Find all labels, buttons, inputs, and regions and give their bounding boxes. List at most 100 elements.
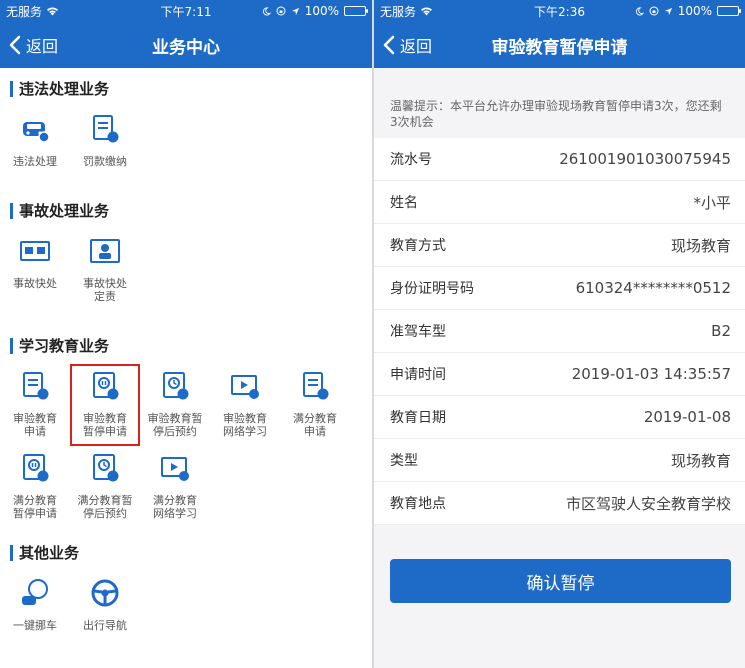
wifi-icon	[47, 7, 59, 16]
service-tile-label: 一键挪车	[13, 619, 57, 632]
service-section: 事故处理业务 事故快处 事故快处 定责	[0, 190, 372, 325]
carrier-label: 无服务	[6, 4, 43, 19]
service-tile[interactable]: 审验教育暂 停后预约	[140, 364, 210, 446]
confirm-area: 确认暂停	[374, 525, 745, 603]
detail-row: 申请时间 2019-01-03 14:35:57	[374, 353, 745, 396]
wifi-icon	[421, 7, 433, 16]
confirm-pause-button[interactable]: 确认暂停	[390, 559, 731, 603]
battery-icon	[717, 6, 741, 16]
status-bar: 无服务 下午7:11 100%	[0, 0, 372, 22]
status-bar: 无服务 下午2:36 100%	[374, 0, 745, 22]
document-icon	[299, 370, 331, 406]
application-details: 流水号 261001901030075945 姓名 *小平 教育方式 现场教育 身份证明号码…	[374, 138, 745, 525]
detail-key: 申请时间	[390, 367, 446, 383]
battery-percent: 100%	[304, 4, 339, 18]
service-tile[interactable]: 审验教育 网络学习	[210, 364, 280, 446]
location-icon	[664, 7, 672, 15]
service-tile[interactable]: 事故快处 定责	[70, 229, 140, 311]
service-tile[interactable]: 出行导航	[70, 571, 140, 640]
detail-value: 2019-01-08	[643, 408, 731, 426]
business-center-screen: 无服务 下午7:11 100% 返回 业务中心 违法处理业务违法处理 罚款缴纳事故…	[0, 0, 372, 668]
detail-row: 教育方式 现场教育	[374, 224, 745, 267]
detail-key: 教育日期	[390, 410, 446, 426]
service-tile[interactable]: 满分教育暂 停后预约	[70, 446, 140, 528]
detail-key: 类型	[390, 453, 418, 469]
detail-value: 610324********0512	[575, 279, 731, 297]
nav-bar: 返回 业务中心	[0, 22, 372, 68]
carrier-status: 无服务	[6, 3, 59, 20]
service-tile-label: 罚款缴纳	[83, 155, 127, 168]
service-tile[interactable]: 满分教育 网络学习	[140, 446, 210, 528]
accident-icon	[19, 235, 51, 271]
notice-tip: 温馨提示：本平台允许办理审验现场教育暂停申请3次，您还剩3次机会	[390, 99, 722, 129]
service-grid: 违法处理 罚款缴纳	[0, 99, 372, 176]
car-icon	[19, 113, 51, 149]
moon-icon	[262, 6, 271, 15]
lock-rotation-icon	[276, 6, 286, 16]
detail-row: 类型 现场教育	[374, 439, 745, 482]
move-car-icon	[19, 577, 51, 613]
section-title-text: 违法处理业务	[19, 80, 110, 98]
service-tile-label: 出行导航	[83, 619, 127, 632]
detail-key: 教育方式	[390, 238, 446, 254]
service-tile-label: 审验教育 网络学习	[223, 412, 267, 438]
service-tile[interactable]: 满分教育 暂停申请	[0, 446, 70, 528]
nav-bar: 返回 审验教育暂停申请	[374, 22, 745, 68]
moon-icon	[635, 6, 644, 15]
service-tile[interactable]: 审验教育 暂停申请	[70, 364, 140, 446]
back-label: 返回	[400, 37, 433, 56]
service-section: 违法处理业务违法处理 罚款缴纳	[0, 68, 372, 190]
back-button[interactable]: 返回	[8, 33, 58, 57]
service-tile-label: 事故快处 定责	[83, 277, 127, 303]
detail-row: 教育地点 市区驾驶人安全教育学校	[374, 482, 745, 525]
service-tile-label: 审验教育暂 停后预约	[147, 412, 203, 438]
video-icon	[159, 452, 191, 488]
detail-value: 市区驾驶人安全教育学校	[565, 494, 731, 513]
detail-value: *小平	[693, 193, 731, 212]
document-icon	[89, 113, 121, 149]
section-title-text: 其他业务	[19, 544, 80, 562]
section-accent-bar	[10, 337, 13, 354]
detail-value: 2019-01-03 14:35:57	[571, 365, 731, 383]
section-title-text: 事故处理业务	[19, 202, 110, 220]
back-label: 返回	[26, 37, 59, 56]
detail-key: 准驾车型	[390, 324, 446, 340]
service-tile-label: 满分教育 申请	[293, 412, 337, 438]
service-tile[interactable]: 一键挪车	[0, 571, 70, 640]
service-tile-label: 满分教育 网络学习	[153, 494, 197, 520]
section-title: 违法处理业务	[0, 68, 372, 99]
service-grid: 审验教育 申请 审验教育 暂停申请 审验教育暂 停后预约 审验教育 网络学习 满分教育 …	[0, 356, 372, 528]
service-tile-label: 满分教育 暂停申请	[13, 494, 57, 520]
detail-key: 姓名	[390, 195, 418, 211]
section-title: 事故处理业务	[0, 190, 372, 221]
detail-value: 261001901030075945	[559, 150, 731, 168]
service-tile[interactable]: 审验教育 申请	[0, 364, 70, 446]
chevron-left-icon	[9, 35, 21, 55]
location-icon	[291, 7, 299, 15]
detail-row: 姓名 *小平	[374, 181, 745, 224]
status-right: 100%	[635, 4, 741, 18]
carrier-label: 无服务	[380, 4, 417, 19]
service-tile[interactable]: 罚款缴纳	[70, 107, 140, 176]
detail-row: 教育日期 2019-01-08	[374, 396, 745, 439]
detail-key: 身份证明号码	[390, 281, 474, 297]
service-tile-label: 审验教育 暂停申请	[83, 412, 127, 438]
status-right: 100%	[262, 4, 368, 18]
detail-key: 教育地点	[390, 496, 446, 512]
service-tile[interactable]: 满分教育 申请	[280, 364, 350, 446]
detail-value: 现场教育	[670, 236, 731, 255]
service-tile-label: 违法处理	[13, 155, 57, 168]
section-title: 其他业务	[0, 532, 372, 563]
back-button[interactable]: 返回	[382, 33, 432, 57]
clock-document-icon	[89, 452, 121, 488]
video-icon	[229, 370, 261, 406]
steering-wheel-icon	[89, 577, 121, 613]
service-tile[interactable]: 违法处理	[0, 107, 70, 176]
pause-document-icon	[89, 370, 121, 406]
lock-rotation-icon	[649, 6, 659, 16]
service-tile[interactable]: 事故快处	[0, 229, 70, 311]
detail-value: 现场教育	[670, 451, 731, 470]
detail-row: 准驾车型 B2	[374, 310, 745, 353]
service-grid: 事故快处 事故快处 定责	[0, 221, 372, 311]
section-accent-bar	[10, 202, 13, 219]
